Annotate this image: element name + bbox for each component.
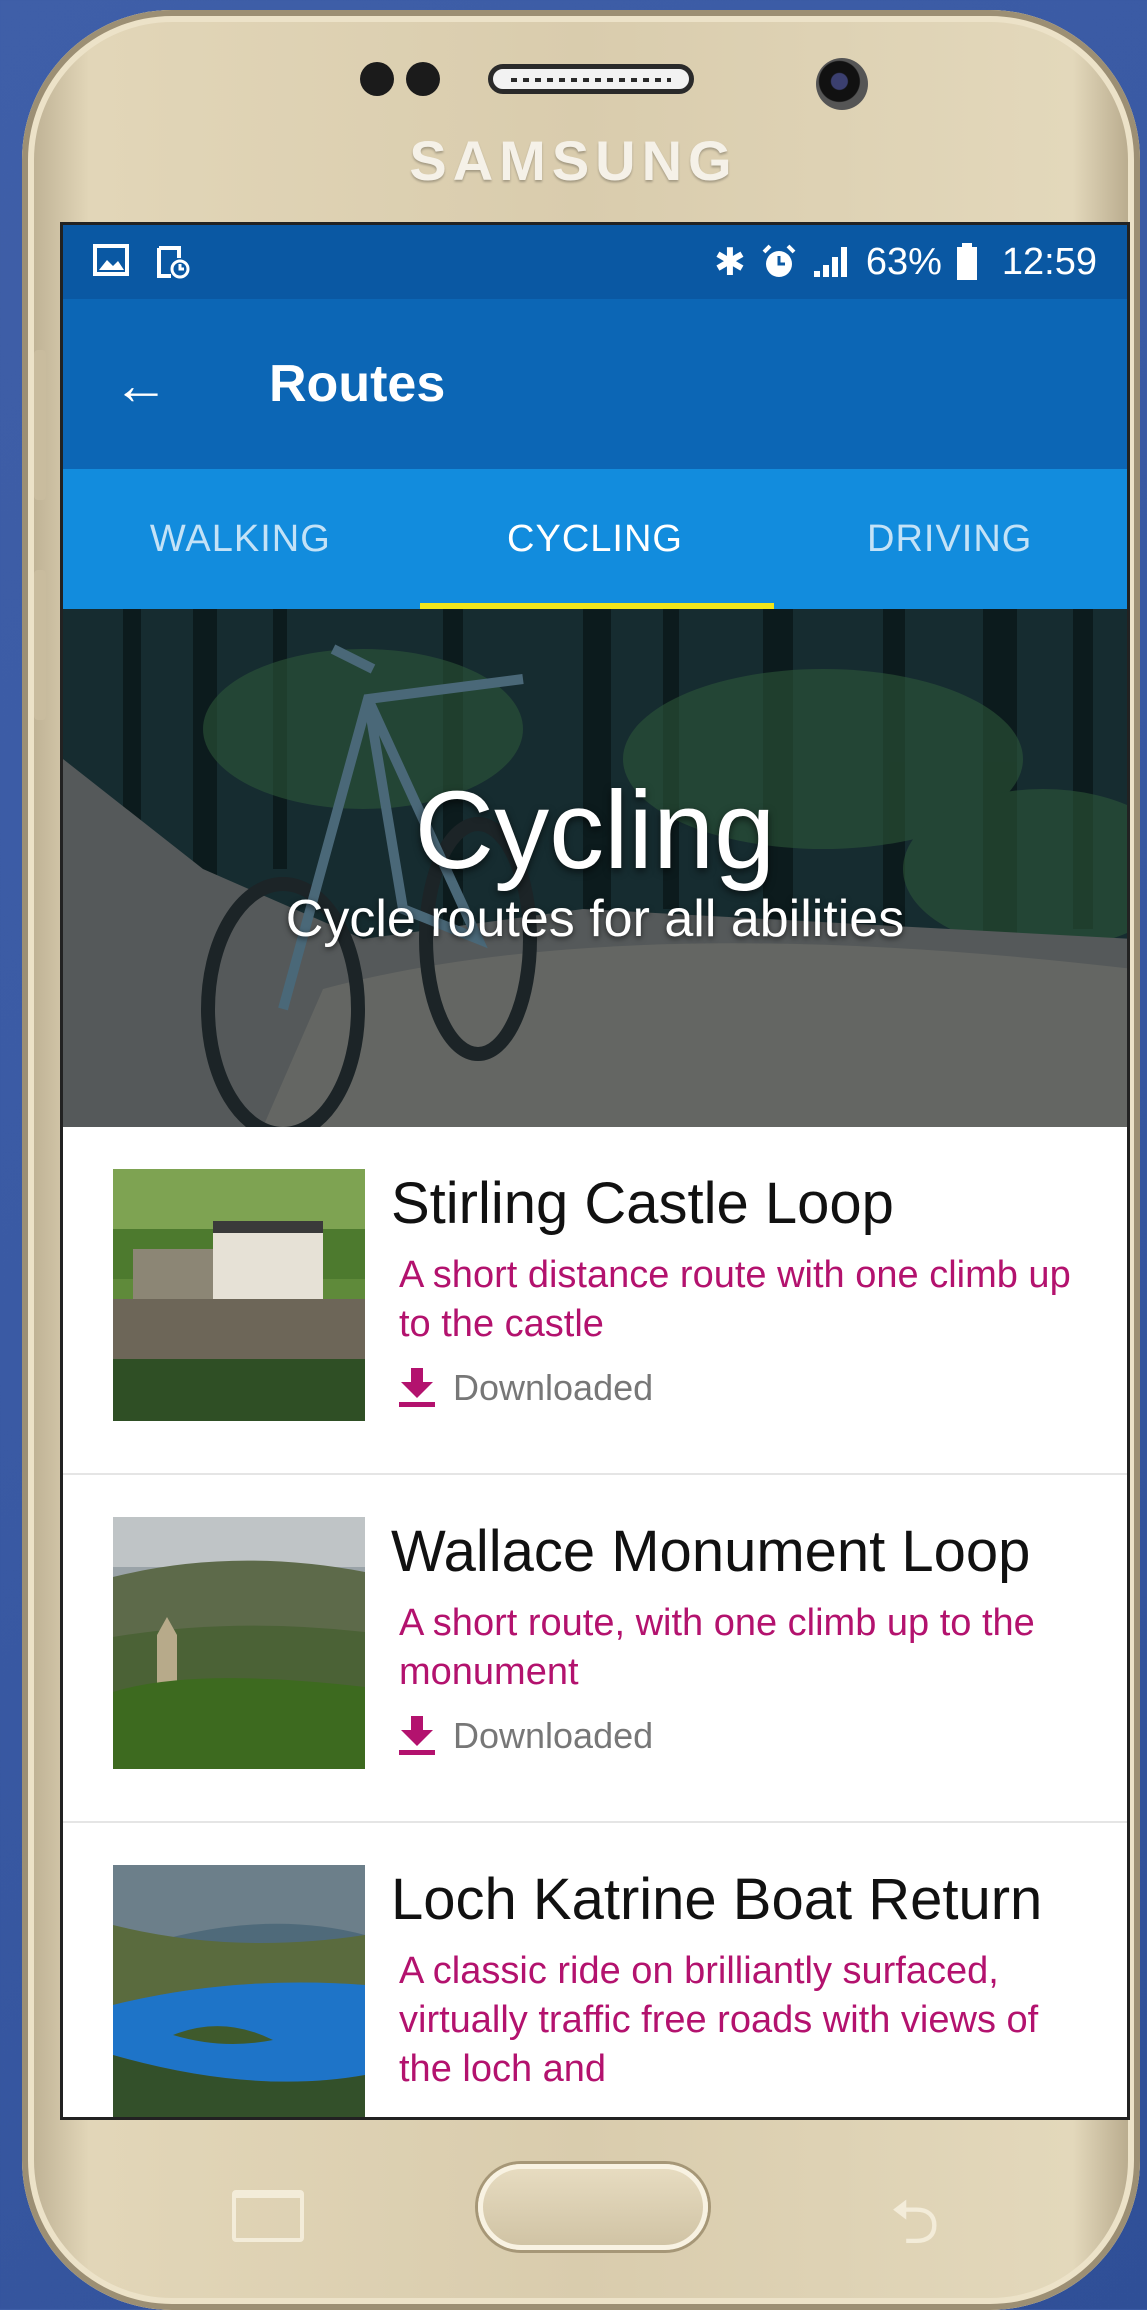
status-bar: ✱ 63% 12:59	[63, 225, 1127, 299]
route-name: Wallace Monument Loop	[391, 1519, 1031, 1584]
bluetooth-icon: ✱	[714, 241, 746, 284]
route-thumbnail	[113, 1517, 365, 1769]
sensors	[360, 62, 440, 96]
route-thumbnail	[113, 1169, 365, 1421]
alarm-icon	[762, 244, 796, 277]
app-bar: ← Routes	[63, 299, 1127, 469]
battery-icon	[956, 243, 977, 280]
route-name: Stirling Castle Loop	[391, 1171, 894, 1236]
tab-bar: WALKING CYCLING DRIVING	[63, 469, 1127, 609]
clock: 12:59	[1001, 240, 1097, 283]
signal-icon	[813, 247, 847, 277]
download-status-label: Downloaded	[453, 1367, 654, 1408]
front-camera	[816, 58, 868, 110]
back-icon[interactable]: ⮌	[890, 2178, 940, 2283]
hero-title: Cycling	[414, 769, 776, 892]
tab-cycling[interactable]: CYCLING	[418, 469, 773, 609]
tab-walking[interactable]: WALKING	[63, 469, 418, 609]
route-description: A short route, with one climb up to the …	[399, 1602, 1035, 1693]
download-icon	[399, 1716, 435, 1755]
volume-down-button	[34, 570, 46, 720]
route-description: A classic ride on brilliantly surfaced, …	[399, 1950, 1039, 2090]
tab-driving[interactable]: DRIVING	[772, 469, 1127, 609]
download-status: Downloaded	[399, 1715, 1091, 1757]
image-icon	[93, 244, 129, 276]
route-description: A short distance route with one climb up…	[399, 1254, 1071, 1345]
download-status-label: Downloaded	[453, 1715, 654, 1756]
hardware-nav-bar: ⮌	[0, 2120, 1147, 2300]
download-icon	[399, 1368, 435, 1407]
brand-logo: SAMSUNG	[409, 129, 738, 192]
download-status: Downloaded	[399, 1367, 1091, 1409]
recent-apps-icon[interactable]	[232, 2190, 304, 2242]
hero-subtitle: Cycle routes for all abilities	[285, 890, 905, 948]
page-title: Routes	[269, 355, 446, 413]
hero-banner: Cycling Cycle routes for all abilities	[63, 609, 1127, 1127]
screen: ✱ 63% 12:59 ← Routes WALKING CYCLING DRI…	[60, 222, 1130, 2120]
route-item-stirling-castle[interactable]: Stirling Castle Loop A short distance ro…	[63, 1127, 1127, 1475]
route-thumbnail	[113, 1865, 365, 2117]
earpiece-speaker	[488, 64, 694, 94]
home-button[interactable]	[478, 2164, 708, 2250]
sd-card-icon	[157, 246, 190, 279]
route-item-loch-katrine[interactable]: Loch Katrine Boat Return A classic ride …	[63, 1823, 1127, 2117]
route-item-wallace-monument[interactable]: Wallace Monument Loop A short route, wit…	[63, 1475, 1127, 1823]
volume-up-button	[34, 350, 46, 500]
back-arrow-icon[interactable]: ←	[113, 352, 233, 417]
battery-percent: 63%	[865, 240, 942, 283]
route-name: Loch Katrine Boat Return	[391, 1867, 1043, 1932]
